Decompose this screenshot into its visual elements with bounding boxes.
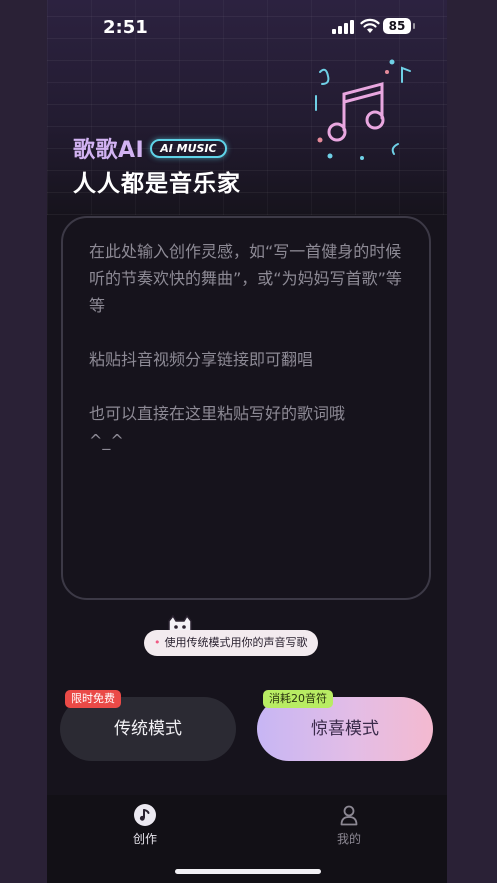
tip-text: 使用传统模式用你的声音写歌	[164, 636, 308, 649]
tip-dot-icon: •	[154, 636, 161, 649]
free-tag: 限时免费	[65, 690, 121, 708]
battery-indicator: 85	[383, 18, 415, 34]
music-note-icon	[134, 804, 156, 826]
brand-header: 歌歌AI AI MUSIC	[73, 132, 227, 164]
ai-music-badge: AI MUSIC	[150, 138, 227, 158]
status-bar: 2:51 85	[47, 0, 447, 54]
tab-mine-label: 我的	[336, 832, 361, 846]
neon-music-notes-icon	[315, 59, 411, 160]
tip-bubble: • 使用传统模式用你的声音写歌	[144, 630, 318, 656]
tab-mine[interactable]: 我的	[309, 795, 389, 847]
cellular-signal-icon	[332, 20, 354, 34]
tab-create-label: 创作	[132, 832, 157, 846]
cost-tag: 消耗20音符	[263, 690, 333, 708]
home-indicator	[175, 869, 321, 874]
brand-name: 歌歌AI	[73, 138, 145, 163]
person-icon	[340, 805, 358, 826]
page-subtitle: 人人都是音乐家	[73, 171, 241, 197]
app-screen: 2:51 85 歌歌AI AI MUSIC 人人都是音乐家 在此处输入创作灵感，…	[47, 0, 447, 883]
lyrics-prompt-input[interactable]: 在此处输入创作灵感，如“写一首健身的时候听的节奏欢快的舞曲”，或“为妈妈写首歌”…	[61, 216, 431, 600]
tab-create[interactable]: 创作	[105, 795, 185, 847]
status-time: 2:51	[103, 17, 148, 38]
wifi-icon	[360, 18, 380, 33]
